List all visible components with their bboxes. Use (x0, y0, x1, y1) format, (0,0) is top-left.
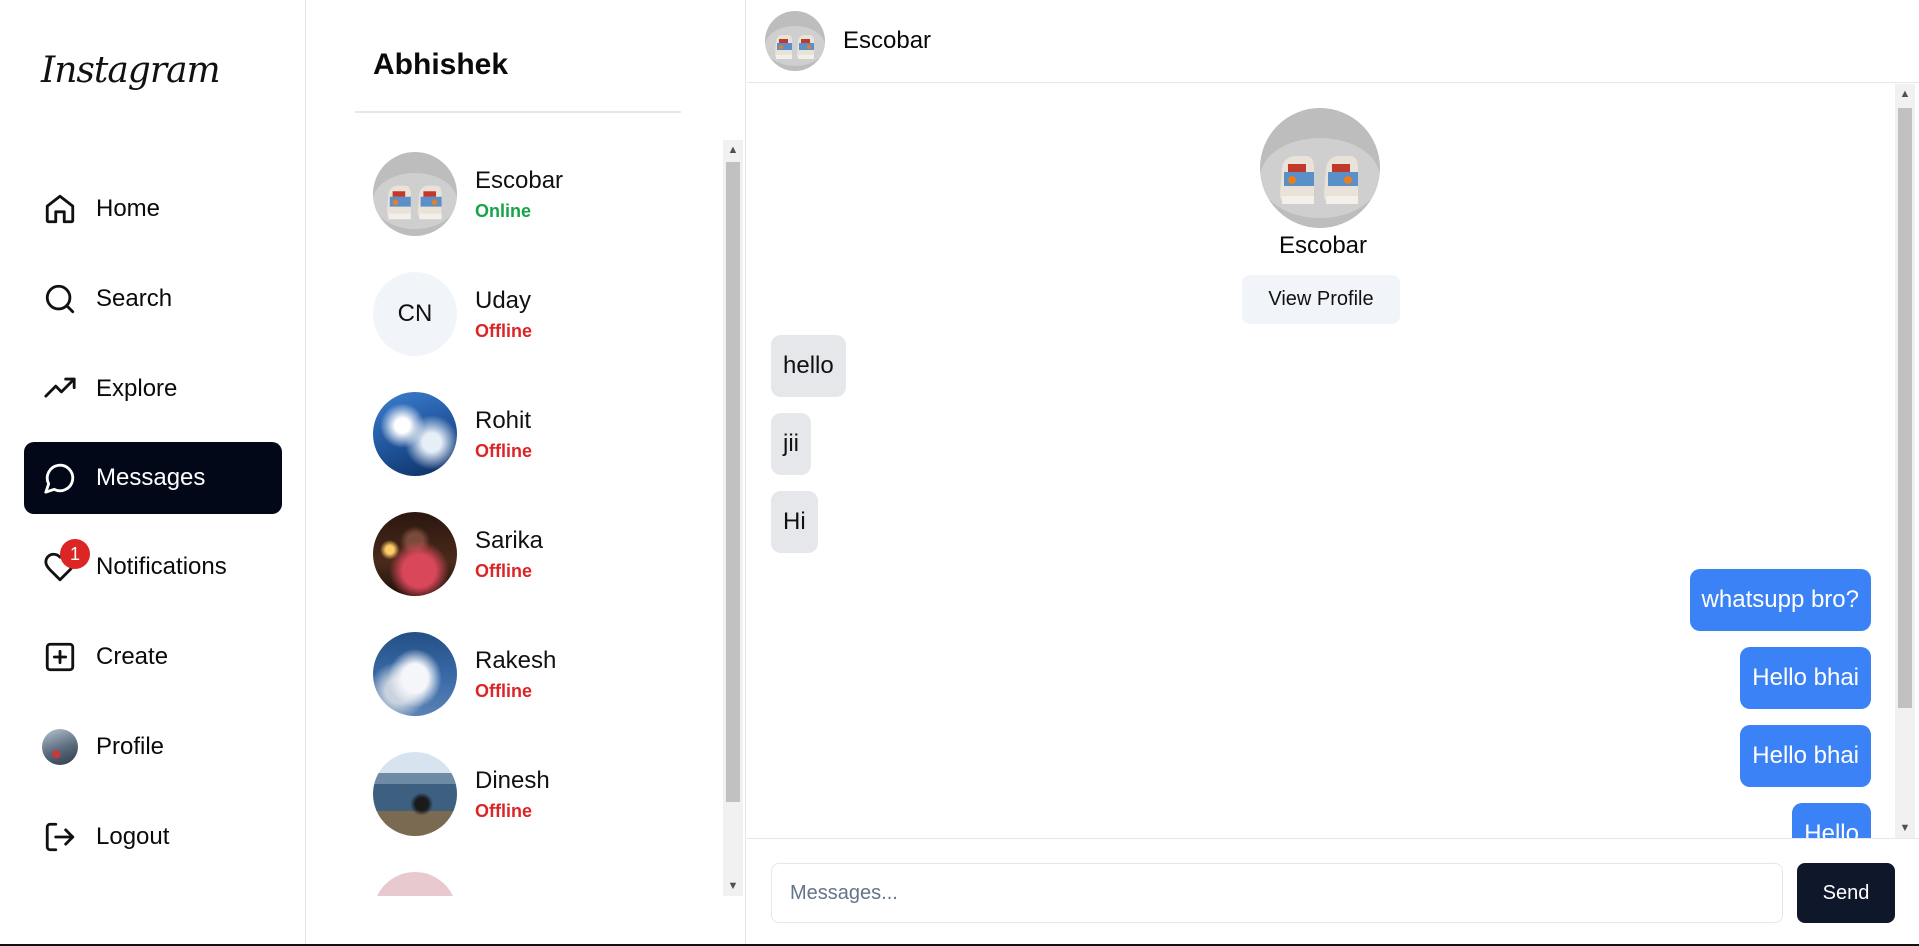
nav-home[interactable]: Home (24, 173, 282, 245)
scroll-up-icon[interactable]: ▲ (723, 140, 743, 160)
message-thread: Escobar View Profile hello jii Hi whatsu… (747, 84, 1919, 838)
plus-square-icon (42, 639, 78, 675)
nav-create-label: Create (96, 643, 169, 670)
nav-home-label: Home (96, 195, 161, 222)
app-root: Instagram Home Search Explore Messages 1… (0, 0, 1919, 946)
status-badge: Offline (475, 800, 532, 821)
scroll-up-icon[interactable]: ▲ (1895, 84, 1915, 104)
nav-messages[interactable]: Messages (24, 442, 282, 514)
logout-icon (42, 819, 78, 855)
conversation-item[interactable] (373, 866, 693, 896)
scroll-thumb[interactable] (1898, 108, 1912, 708)
profile-name: Escobar (1278, 232, 1368, 259)
conversation-scrollbar[interactable]: ▲ ▼ (723, 140, 743, 896)
nav-search[interactable]: Search (24, 263, 282, 335)
status-badge: Offline (475, 320, 532, 341)
avatar (373, 512, 457, 596)
send-button[interactable]: Send (1797, 863, 1895, 923)
message-bubble: Hello bhai (1740, 725, 1871, 787)
conversation-name: Escobar (475, 166, 564, 194)
nav-explore[interactable]: Explore (24, 353, 282, 425)
nav-notifications-label: Notifications (96, 553, 227, 580)
avatar[interactable] (765, 11, 825, 71)
sidebar: Instagram Home Search Explore Messages 1… (0, 0, 306, 946)
message-bubble: Hello bhai (1740, 647, 1871, 709)
chat-scrollbar[interactable]: ▲ ▼ (1895, 84, 1915, 838)
scroll-down-icon[interactable]: ▼ (1895, 818, 1915, 838)
divider (355, 111, 681, 113)
nav-create[interactable]: Create (24, 621, 282, 693)
view-profile-button[interactable]: View Profile (1242, 275, 1400, 324)
account-username: Abhishek (373, 48, 509, 81)
nav-search-label: Search (96, 285, 173, 312)
conversation-panel: Abhishek Escobar Online CN Uday Offline (307, 0, 746, 946)
avatar (373, 872, 457, 896)
heart-icon: 1 (42, 539, 90, 585)
nav-notifications[interactable]: 1 Notifications (24, 531, 282, 603)
conversation-item[interactable]: Rohit Offline (373, 386, 693, 482)
message-bubble: hello (771, 335, 846, 397)
nav-logout-label: Logout (96, 823, 170, 850)
conversation-name: Uday (475, 286, 532, 314)
conversation-item[interactable]: Rakesh Offline (373, 626, 693, 722)
conversation-item[interactable]: Dinesh Offline (373, 746, 693, 842)
conversation-name: Dinesh (475, 766, 550, 794)
status-badge: Offline (475, 560, 532, 581)
composer: Send (747, 838, 1919, 946)
scroll-down-icon[interactable]: ▼ (723, 876, 743, 896)
message-bubble: whatsupp bro? (1689, 569, 1871, 631)
home-icon (42, 191, 78, 227)
status-badge: Offline (475, 680, 532, 701)
nav-profile-label: Profile (96, 733, 165, 760)
avatar (1260, 108, 1380, 228)
conversation-name: Sarika (475, 526, 544, 554)
avatar (373, 752, 457, 836)
chat-panel: Escobar Escobar View Profile hello jii H… (747, 0, 1919, 946)
message-circle-icon (42, 460, 78, 496)
avatar-icon (42, 729, 78, 765)
conversation-item[interactable]: CN Uday Offline (373, 266, 693, 362)
message-bubble: Hello (1792, 803, 1871, 838)
notification-badge: 1 (60, 539, 90, 569)
status-badge: Offline (475, 440, 532, 461)
status-badge: Online (475, 200, 532, 221)
nav-profile[interactable]: Profile (24, 711, 282, 783)
message-input[interactable] (771, 863, 1783, 923)
conversation-list: Escobar Online CN Uday Offline Rohit Off… (307, 140, 723, 896)
message-bubble: jii (771, 413, 811, 475)
conversation-item[interactable]: Sarika Offline (373, 506, 693, 602)
conversation-item[interactable]: Escobar Online (373, 146, 693, 242)
nav-explore-label: Explore (96, 375, 178, 402)
avatar: CN (373, 272, 457, 356)
chat-header: Escobar (747, 0, 1919, 83)
message-bubble: Hi (771, 491, 818, 553)
search-icon (42, 281, 78, 317)
avatar (373, 392, 457, 476)
nav-messages-label: Messages (96, 464, 206, 491)
chat-contact-name: Escobar (843, 27, 932, 54)
instagram-logo[interactable]: Instagram (41, 50, 221, 91)
trending-up-icon (42, 371, 78, 407)
avatar (373, 152, 457, 236)
avatar (373, 632, 457, 716)
scroll-thumb[interactable] (726, 162, 740, 802)
conversation-name: Rakesh (475, 646, 557, 674)
nav-logout[interactable]: Logout (24, 801, 282, 873)
conversation-name: Rohit (475, 406, 532, 434)
